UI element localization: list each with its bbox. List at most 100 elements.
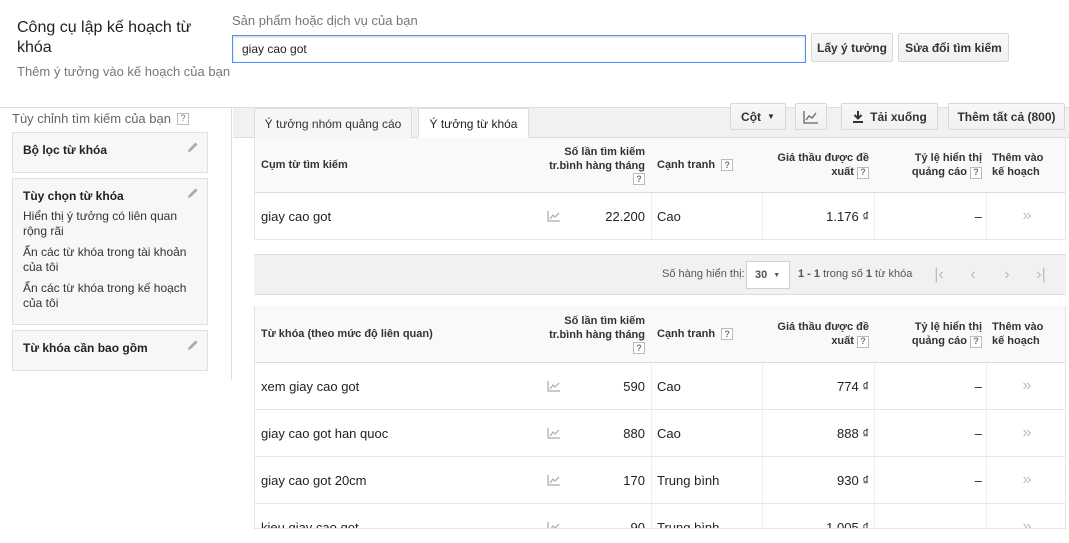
tab-ad-group-ideas[interactable]: Ý tưởng nhóm quảng cáo [254, 108, 412, 138]
modify-search-button[interactable]: Sửa đổi tìm kiếm [898, 33, 1009, 62]
add-to-plan-icon[interactable]: » [988, 424, 1066, 442]
col-suggested-bid[interactable]: Giá thầu được đề xuất ? [765, 138, 869, 192]
help-icon[interactable]: ? [633, 173, 645, 185]
pencil-icon[interactable] [187, 187, 199, 199]
add-to-plan-cell: » [988, 363, 1066, 409]
next-page-icon[interactable]: › [994, 263, 1020, 287]
col-bid-line2-text: xuất [831, 335, 854, 347]
help-icon[interactable]: ? [857, 335, 869, 348]
first-page-icon[interactable]: |‹ [926, 263, 952, 287]
help-icon[interactable]: ? [721, 328, 734, 340]
rows-per-page-value: 30 [755, 269, 768, 281]
keyword-ideas-table: Từ khóa (theo mức độ liên quan) Số lần t… [254, 306, 1066, 543]
competition-cell: Cao [657, 208, 681, 224]
col-volume[interactable]: Số lần tìm kiếm tr.bình hàng tháng ? [545, 138, 645, 192]
col-add-line1: Thêm vào [992, 321, 1044, 333]
help-icon[interactable]: ? [970, 335, 982, 348]
help-icon[interactable]: ? [633, 342, 645, 354]
keyword-cell: giay cao got 20cm [261, 472, 367, 488]
col-share-line1: Tỷ lệ hiển thị [914, 152, 982, 164]
impression-share-cell: – [974, 425, 982, 441]
columns-button[interactable]: Cột ▼ [730, 103, 786, 130]
col-search-term[interactable]: Cụm từ tìm kiếm [261, 138, 541, 192]
volume-cell: 590 [623, 378, 645, 394]
add-to-plan-cell: » [988, 410, 1066, 456]
col-ad-impression-share[interactable]: Tỷ lệ hiển thị quảng cáo ? [877, 138, 982, 192]
col-add-to-plan: Thêm vào kế hoạch [988, 138, 1066, 192]
volume-cell: 170 [623, 472, 645, 488]
rows-per-page-label: Số hàng hiển thị: [662, 268, 745, 280]
bid-cell: 1.176 ₫ [826, 208, 869, 224]
download-button[interactable]: Tải xuống [841, 103, 938, 130]
range-bold: 1 - 1 [798, 268, 821, 280]
col-competition[interactable]: Cạnh tranh ? [657, 138, 767, 192]
col-competition-label: Cạnh tranh [657, 328, 716, 340]
keyword-option-item: Ẩn các từ khóa trong kế hoạch của tôi [23, 281, 187, 310]
range-suffix: từ khóa [872, 268, 913, 280]
tab-keyword-ideas[interactable]: Ý tưởng từ khóa [418, 108, 529, 139]
volume-cell: 22.200 [605, 208, 645, 224]
col-add-line2: kế hoạch [992, 335, 1040, 347]
col-share-line2: quảng cáo ? [912, 165, 982, 179]
caret-down-icon: ▼ [767, 112, 775, 121]
help-icon[interactable]: ? [970, 166, 982, 179]
keyword-options-panel[interactable]: Tùy chọn từ khóa Hiển thị ý tưởng có liê… [12, 178, 208, 325]
table-header: Cụm từ tìm kiếm Số lần tìm kiếm tr.bình … [255, 138, 1065, 193]
col-bid-line2: xuất ? [831, 334, 869, 348]
col-add-line1: Thêm vào [992, 152, 1044, 164]
search-label: Sản phẩm hoặc dịch vụ của bạn [232, 13, 418, 28]
sidebar-title-label: Tùy chỉnh tìm kiếm của bạn [12, 111, 171, 126]
volume-cell: 880 [623, 425, 645, 441]
keyword-options-title: Tùy chọn từ khóa [23, 189, 124, 203]
help-icon[interactable]: ? [721, 159, 734, 171]
col-competition-label: Cạnh tranh [657, 159, 716, 171]
add-all-button[interactable]: Thêm tất cả (800) [948, 103, 1065, 130]
help-icon[interactable]: ? [176, 112, 189, 125]
add-to-plan-cell: » [988, 457, 1066, 503]
table-bottom-edge [254, 528, 1066, 543]
col-ad-impression-share[interactable]: Tỷ lệ hiển thị quảng cáo ? [877, 306, 982, 362]
app-title: Công cụ lập kế hoạch từ khóa [17, 19, 192, 56]
competition-cell: Cao [657, 425, 681, 441]
keywords-to-include-panel[interactable]: Từ khóa cần bao gồm [12, 330, 208, 371]
search-terms-table: Cụm từ tìm kiếm Số lần tìm kiếm tr.bình … [254, 138, 1066, 240]
col-suggested-bid[interactable]: Giá thầu được đề xuất ? [765, 306, 869, 362]
col-bid-line1: Giá thầu được đề [777, 321, 869, 333]
impression-share-cell: – [974, 208, 982, 224]
help-icon[interactable]: ? [857, 166, 869, 179]
keyword-option-item: Ẩn các từ khóa trong tài khoản của tôi [23, 245, 187, 274]
col-bid-line1: Giá thầu được đề [777, 152, 869, 164]
rows-per-page-select[interactable]: 30 ▼ [746, 261, 790, 289]
pencil-icon[interactable] [187, 141, 199, 153]
last-page-icon[interactable]: ›| [1028, 263, 1054, 287]
keywords-to-include-title: Từ khóa cần bao gồm [23, 341, 148, 355]
keyword-filter-panel[interactable]: Bộ lọc từ khóa [12, 132, 208, 173]
col-volume[interactable]: Số lần tìm kiếm tr.bình hàng tháng ? [545, 306, 645, 362]
table-row: giay cao got 20cm 170 Trung bình 930 ₫ –» [255, 457, 1065, 504]
range-text: trong số [820, 268, 866, 280]
add-to-plan-icon[interactable]: » [988, 377, 1066, 395]
col-share-line2-text: quảng cáo [911, 335, 967, 347]
col-competition[interactable]: Cạnh tranh ? [657, 306, 767, 362]
previous-page-icon[interactable]: ‹ [960, 263, 986, 287]
chart-toggle-button[interactable] [795, 103, 827, 130]
col-volume-line2: tr.bình hàng tháng [549, 160, 645, 172]
pencil-icon[interactable] [187, 339, 199, 351]
keyword-filter-title: Bộ lọc từ khóa [23, 143, 108, 157]
table-row: xem giay cao got 590 Cao 774 ₫ –» [255, 363, 1065, 410]
download-icon [853, 111, 864, 123]
competition-cell: Cao [657, 378, 681, 394]
col-bid-line2-text: xuất [831, 166, 854, 178]
search-input[interactable] [232, 35, 806, 63]
get-ideas-button[interactable]: Lấy ý tưởng [811, 33, 893, 62]
keyword-cell: xem giay cao got [261, 378, 360, 394]
sidebar-divider [231, 108, 232, 380]
add-to-plan-icon[interactable]: » [988, 471, 1066, 489]
col-keyword[interactable]: Từ khóa (theo mức độ liên quan) [261, 306, 541, 362]
col-share-line2-text: quảng cáo [911, 166, 967, 178]
columns-label: Cột [741, 109, 762, 124]
add-to-plan-icon[interactable]: » [988, 207, 1066, 225]
col-volume-line2: tr.bình hàng tháng [549, 329, 645, 341]
col-add-to-plan: Thêm vào kế hoạch [988, 306, 1066, 362]
table-header: Từ khóa (theo mức độ liên quan) Số lần t… [255, 306, 1065, 363]
